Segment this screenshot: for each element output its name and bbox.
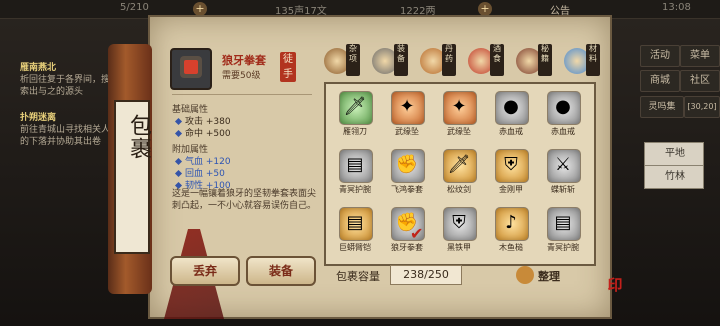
category-tab-3[interactable]: 丹药 xyxy=(420,44,460,78)
item-glyph: ⚔ xyxy=(554,154,572,175)
item-glyph: 🗡 xyxy=(343,96,367,117)
category-tab-2[interactable]: 装备 xyxy=(372,44,412,78)
item-glyph: ● xyxy=(555,96,571,117)
item-glyph: ✦ xyxy=(451,96,467,117)
item-glyph: ⛨ xyxy=(504,154,518,175)
item-label: 雁翎刀 xyxy=(343,127,367,136)
discard-button[interactable]: 丢弃 xyxy=(170,256,240,286)
item-description: 这是一幅镶着狼牙的坚韧拳套表面尖刺凸起，一不小心就容易误伤自己。 xyxy=(172,189,317,211)
equip-type-tag: 徒手 xyxy=(280,52,296,82)
quest-title: 雁南燕北 xyxy=(20,63,57,73)
category-label: 材料 xyxy=(586,44,600,76)
shop-button[interactable]: 商城 xyxy=(640,70,680,92)
item-label: 赤血戒 xyxy=(499,127,523,136)
divider xyxy=(172,94,312,95)
inventory-slot[interactable]: ● 赤血戒 xyxy=(542,88,588,136)
selected-item-icon xyxy=(170,48,212,90)
panel-title: 包裹 xyxy=(114,100,151,254)
item-label: 巨蟒臂铠 xyxy=(339,243,371,252)
category-label: 装备 xyxy=(394,44,408,76)
item-label: 武缘坠 xyxy=(447,127,471,136)
inventory-slot[interactable]: 🗡 雁翎刀 xyxy=(334,88,380,136)
item-label: 松纹剑 xyxy=(447,185,471,194)
item-glyph: ▤ xyxy=(346,154,364,175)
inventory-slot[interactable]: ⛨ 金刚甲 xyxy=(490,146,536,194)
category-tab-5[interactable]: 秘籍 xyxy=(516,44,556,78)
add-currency-button[interactable]: + xyxy=(478,2,492,16)
category-tab-6[interactable]: 材料 xyxy=(564,44,604,78)
quest-entry-1[interactable]: 雁南燕北 析回往复于各界间，搜索出与之的源头 xyxy=(20,62,110,98)
level-requirement: 需要50级 xyxy=(222,71,261,81)
inventory-slot[interactable]: ▤ 青冥护腕 xyxy=(542,204,588,252)
quest-title: 扑朔迷离 xyxy=(20,113,57,123)
item-label: 黑铁甲 xyxy=(447,243,471,252)
inventory-slot[interactable]: ⚔ 蝶斩斩 xyxy=(542,146,588,194)
category-label: 丹药 xyxy=(442,44,456,76)
item-label: 武缘坠 xyxy=(395,127,419,136)
item-glyph: ▤ xyxy=(346,212,364,233)
category-label: 酒食 xyxy=(490,44,504,76)
category-label: 杂项 xyxy=(346,44,360,76)
item-label: 青冥护腕 xyxy=(339,185,371,194)
inventory-slot[interactable]: ▤ 青冥护腕 xyxy=(334,146,380,194)
sort-bag-icon[interactable] xyxy=(516,266,534,284)
quest-desc: 前往青城山寻找相关人的下落并协助其出卷 xyxy=(20,125,111,147)
item-label: 赤血戒 xyxy=(551,127,575,136)
inventory-slot[interactable]: ⛨ 黑铁甲 xyxy=(438,204,484,252)
inventory-slot[interactable]: ✦ 武缘坠 xyxy=(438,88,484,136)
capacity-label: 包裹容量 xyxy=(336,270,380,283)
category-label: 秘籍 xyxy=(538,44,552,76)
item-label: 金刚甲 xyxy=(499,185,523,194)
item-label: 飞鸿拳套 xyxy=(391,185,423,194)
sort-button[interactable]: 整理 xyxy=(538,268,560,284)
item-glyph: ⛨ xyxy=(452,212,466,233)
panel-title-text: 包裹 xyxy=(126,114,151,160)
selected-check-icon: ✔ xyxy=(410,224,424,243)
list-item[interactable]: 平地 xyxy=(644,142,704,166)
category-tab-1[interactable]: 杂项 xyxy=(324,44,364,78)
inventory-slot[interactable]: ▤ 巨蟒臂铠 xyxy=(334,204,380,252)
clock: 13:08 xyxy=(662,2,691,13)
equip-button[interactable]: 装备 xyxy=(246,256,316,286)
inventory-slot[interactable]: ● 赤血戒 xyxy=(490,88,536,136)
item-glyph: 🗡 xyxy=(447,154,471,175)
category-tab-4[interactable]: 酒食 xyxy=(468,44,508,78)
item-label: 狼牙拳套 xyxy=(391,243,423,252)
inventory-slot[interactable]: ✊ 狼牙拳套 ✔ xyxy=(386,204,432,252)
item-glyph: ▤ xyxy=(554,212,572,233)
stamina-counter: 5/210 xyxy=(120,2,149,13)
inventory-slot[interactable]: ♪ 木鱼槌 xyxy=(490,204,536,252)
item-label: 青冥护腕 xyxy=(547,243,579,252)
list-item-label: 竹林 xyxy=(665,171,685,182)
stamp-logo: 印 xyxy=(607,276,623,294)
item-glyph: ● xyxy=(503,96,519,117)
activity-button[interactable]: 活动 xyxy=(640,45,680,67)
scroll-roller: 包裹 xyxy=(108,14,224,319)
quest-entry-2[interactable]: 扑朔迷离 前往青城山寻找相关人的下落并协助其出卷 xyxy=(20,112,110,148)
capacity-value: 238/250 xyxy=(390,265,462,285)
list-item-label: 平地 xyxy=(665,148,685,159)
item-glyph: ♪ xyxy=(505,212,517,233)
item-glyph: ✦ xyxy=(399,96,415,117)
community-button[interactable]: 社区 xyxy=(680,70,720,92)
selected-item-name: 狼牙拳套 xyxy=(222,54,266,67)
item-label: 蝶斩斩 xyxy=(551,185,575,194)
inventory-slot[interactable]: 🗡 松纹剑 xyxy=(438,146,484,194)
add-stamina-button[interactable]: + xyxy=(193,2,207,16)
base-stat-hit: 命中 +500 xyxy=(174,126,231,139)
item-label: 木鱼槌 xyxy=(499,243,523,252)
coordinate-label: [30,20] xyxy=(684,96,720,118)
list-item[interactable]: 竹林 xyxy=(644,165,704,189)
item-glyph: ✊ xyxy=(395,154,419,175)
location-label: 灵吗集 xyxy=(640,96,684,118)
inventory-slot[interactable]: ✊ 飞鸿拳套 xyxy=(386,146,432,194)
menu-button[interactable]: 菜单 xyxy=(680,45,720,67)
quest-desc: 析回往复于各界间，搜索出与之的源头 xyxy=(20,75,111,97)
inventory-slot[interactable]: ✦ 武缘坠 xyxy=(386,88,432,136)
